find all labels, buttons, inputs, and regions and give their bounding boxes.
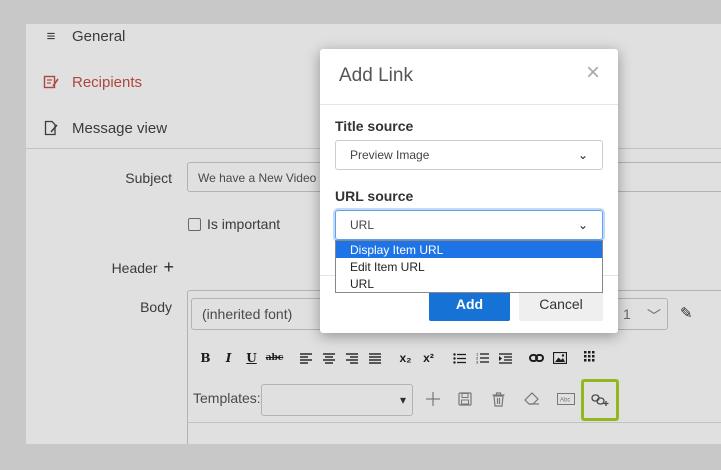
- url-source-select[interactable]: URL ⌄: [335, 210, 603, 240]
- title-source-select[interactable]: Preview Image ⌄: [335, 140, 603, 170]
- url-source-label: URL source: [335, 188, 414, 204]
- dropdown-option-url[interactable]: URL: [336, 275, 602, 292]
- dropdown-option-edit-item-url[interactable]: Edit Item URL: [336, 258, 602, 275]
- title-source-label: Title source: [335, 118, 414, 134]
- title-source-value: Preview Image: [350, 148, 430, 162]
- close-icon[interactable]: ×: [586, 59, 600, 87]
- dialog-title: Add Link: [339, 65, 413, 86]
- dropdown-option-display-item-url[interactable]: Display Item URL: [336, 241, 602, 258]
- chevron-down-icon: ⌄: [577, 218, 588, 232]
- chevron-down-icon: ⌄: [577, 148, 588, 162]
- dialog-header-divider: [320, 104, 618, 105]
- url-source-value: URL: [350, 218, 375, 232]
- url-source-dropdown: Display Item URL Edit Item URL URL: [335, 240, 603, 293]
